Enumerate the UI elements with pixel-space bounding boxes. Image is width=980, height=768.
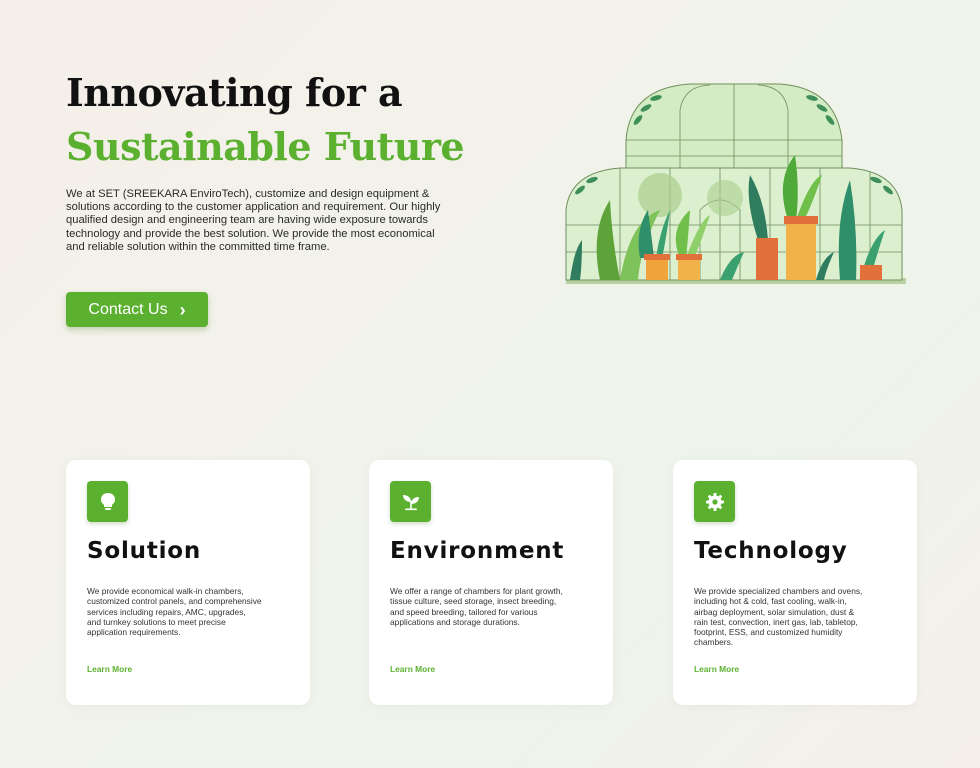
sprout-icon — [390, 481, 431, 522]
learn-more-link[interactable]: Learn More — [390, 664, 435, 674]
card-description: We offer a range of chambers for plant g… — [390, 586, 563, 627]
hero-title-line1: Innovating for a — [66, 70, 403, 115]
chevron-right-icon: › — [179, 299, 186, 320]
learn-more-link[interactable]: Learn More — [694, 664, 739, 674]
lightbulb-icon — [87, 481, 128, 522]
hero-description: We at SET (SREEKARA EnviroTech), customi… — [66, 188, 441, 253]
card-title: Environment — [390, 538, 565, 564]
card-description: We provide economical walk-in chambers, … — [87, 586, 262, 638]
card-title: Solution — [87, 538, 202, 564]
hero-title-line2: Sustainable Future — [66, 124, 465, 169]
contact-us-button[interactable]: Contact Us › — [66, 292, 208, 327]
greenhouse-illustration — [565, 83, 906, 284]
learn-more-link[interactable]: Learn More — [87, 664, 132, 674]
gear-icon — [694, 481, 735, 522]
card-technology: Technology We provide specialized chambe… — [673, 460, 917, 705]
card-environment: Environment We offer a range of chambers… — [369, 460, 613, 705]
card-title: Technology — [694, 538, 848, 564]
hero-title: Innovating for a Sustainable Future — [66, 66, 465, 174]
card-solution: Solution We provide economical walk-in c… — [66, 460, 310, 705]
contact-us-label: Contact Us — [88, 300, 168, 318]
card-description: We provide specialized chambers and oven… — [694, 586, 863, 648]
